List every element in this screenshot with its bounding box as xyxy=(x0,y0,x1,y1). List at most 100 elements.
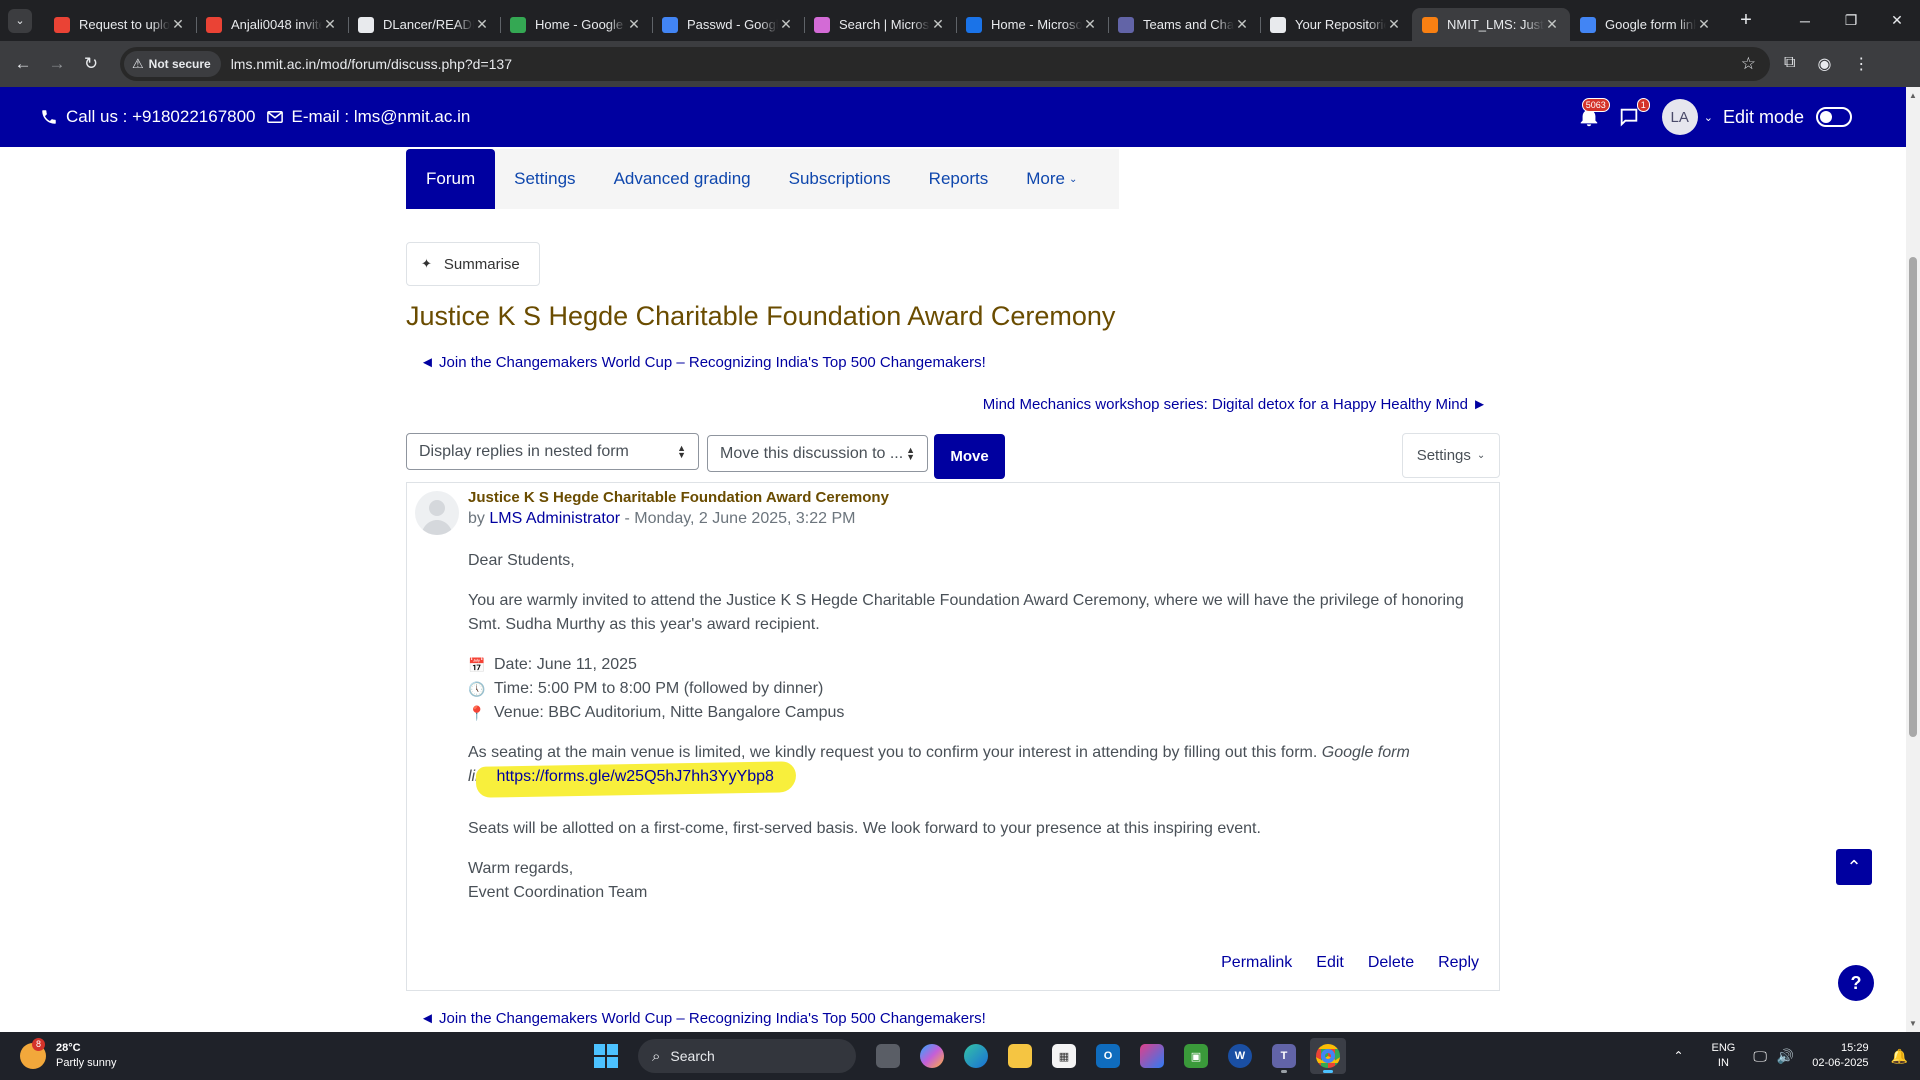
previous-discussion-link[interactable]: ◄ Join the Changemakers World Cup – Reco… xyxy=(420,354,986,371)
tab-title: NMIT_LMS: Justice xyxy=(1447,17,1544,32)
microsoft-icon xyxy=(966,16,982,33)
terminal-icon[interactable]: ▣ xyxy=(1178,1038,1214,1074)
tab-subscriptions[interactable]: Subscriptions xyxy=(770,149,910,209)
close-window-icon[interactable]: ✕ xyxy=(1874,0,1920,41)
url-text[interactable]: lms.nmit.ac.in/mod/forum/discuss.php?d=1… xyxy=(231,56,512,72)
outlook-icon[interactable]: O xyxy=(1090,1038,1126,1074)
taskbar-clock[interactable]: 15:29 02-06-2025 xyxy=(1812,1041,1868,1071)
tab-settings[interactable]: Settings xyxy=(495,149,594,209)
teams-icon[interactable]: T xyxy=(1266,1038,1302,1074)
windows-start-icon[interactable] xyxy=(588,1038,624,1074)
close-tab-icon[interactable]: ✕ xyxy=(930,16,946,33)
forward-icon[interactable]: → xyxy=(40,54,74,74)
tab-search-button[interactable]: ⌄ xyxy=(8,8,32,33)
browser-tab[interactable]: Home - Google Drive✕ xyxy=(500,8,652,41)
next-discussion-link[interactable]: Mind Mechanics workshop series: Digital … xyxy=(983,396,1487,413)
address-bar[interactable]: ⚠ Not secure lms.nmit.ac.in/mod/forum/di… xyxy=(120,47,1770,81)
volume-icon[interactable]: 🔊 xyxy=(1777,1048,1794,1065)
close-tab-icon[interactable]: ✕ xyxy=(322,16,338,33)
close-tab-icon[interactable]: ✕ xyxy=(1696,16,1712,33)
back-icon[interactable]: ← xyxy=(6,54,40,74)
close-tab-icon[interactable]: ✕ xyxy=(1234,16,1250,33)
discussion-settings-button[interactable]: Settings ⌄ xyxy=(1402,433,1500,478)
close-tab-icon[interactable]: ✕ xyxy=(1386,16,1402,33)
weather-widget[interactable]: 8 28°C Partly sunny xyxy=(20,1038,117,1071)
browser-tab[interactable]: Passwd - Google Docs✕ xyxy=(652,8,804,41)
edge-icon[interactable] xyxy=(958,1038,994,1074)
summarise-button[interactable]: ✦ Summarise xyxy=(406,242,540,286)
phone-text: Call us : +918022167800 xyxy=(66,107,256,126)
close-tab-icon[interactable]: ✕ xyxy=(474,16,490,33)
scroll-down-icon[interactable]: ▼ xyxy=(1909,1019,1917,1028)
notifications-button[interactable]: 5063 xyxy=(1578,98,1610,128)
restore-icon[interactable]: ❐ xyxy=(1828,0,1874,41)
browser-tab[interactable]: Your Repositories✕ xyxy=(1260,8,1412,41)
tab-advanced-grading[interactable]: Advanced grading xyxy=(595,149,770,209)
tray-overflow-chevron-icon[interactable]: ⌃ xyxy=(1673,1049,1683,1063)
notification-center-icon[interactable]: 🔔 xyxy=(1891,1048,1908,1065)
close-tab-icon[interactable]: ✕ xyxy=(778,16,794,33)
browser-tab[interactable]: Google form link ✕ xyxy=(1570,8,1722,41)
back-to-top-button[interactable]: ⌃ xyxy=(1836,849,1872,885)
edit-mode-toggle[interactable] xyxy=(1816,107,1852,127)
close-tab-icon[interactable]: ✕ xyxy=(170,16,186,33)
microsoft-365-icon[interactable] xyxy=(1134,1038,1170,1074)
edit-link[interactable]: Edit xyxy=(1316,954,1344,972)
help-button[interactable]: ? xyxy=(1838,965,1874,1001)
display-mode-select[interactable]: Display replies in nested form ▲ ▼ xyxy=(406,433,699,470)
page-scrollbar[interactable]: ▲ ▼ xyxy=(1906,87,1920,1032)
scroll-up-icon[interactable]: ▲ xyxy=(1909,91,1917,100)
browser-tab[interactable]: Anjali0048 invited✕ xyxy=(196,8,348,41)
reply-link[interactable]: Reply xyxy=(1438,954,1479,972)
task-view-icon[interactable] xyxy=(870,1038,906,1074)
warning-icon: ⚠ xyxy=(132,56,144,71)
extensions-icon[interactable]: ⧉ xyxy=(1784,54,1795,74)
file-explorer-icon[interactable] xyxy=(1002,1038,1038,1074)
microsoft-store-icon[interactable]: ▦ xyxy=(1046,1038,1082,1074)
reload-icon[interactable]: ↻ xyxy=(74,54,108,74)
previous-discussion-link-bottom[interactable]: ◄ Join the Changemakers World Cup – Reco… xyxy=(420,1010,986,1027)
browser-tab[interactable]: DLancer/README✕ xyxy=(348,8,500,41)
network-icon[interactable]: 🖵 xyxy=(1753,1048,1767,1065)
gmail-icon xyxy=(54,16,70,33)
browser-tab[interactable]: Home - Microsoft ✕ xyxy=(956,8,1108,41)
author-avatar[interactable] xyxy=(415,491,459,535)
weather-badge: 8 xyxy=(32,1038,46,1051)
browser-menu-icon[interactable]: ⋮ xyxy=(1853,54,1869,74)
language-indicator[interactable]: ENG IN xyxy=(1712,1041,1736,1071)
user-menu-chevron-icon[interactable]: ⌄ xyxy=(1704,111,1713,124)
security-chip[interactable]: ⚠ Not secure xyxy=(124,51,221,77)
permalink-link[interactable]: Permalink xyxy=(1221,954,1292,972)
tab-more[interactable]: More ⌄ xyxy=(1007,149,1096,209)
tab-title: Passwd - Google Docs xyxy=(687,17,778,32)
close-tab-icon[interactable]: ✕ xyxy=(1082,16,1098,33)
move-discussion-select[interactable]: Move this discussion to ... ▲ ▼ xyxy=(707,435,928,472)
messages-button[interactable]: 1 xyxy=(1618,98,1650,128)
browser-tab[interactable]: Request to upload✕ xyxy=(44,8,196,41)
browser-tab[interactable]: Search | Microsoft✕ xyxy=(804,8,956,41)
tab-title: Anjali0048 invited xyxy=(231,17,322,32)
browser-tab[interactable]: Teams and Channels✕ xyxy=(1108,8,1260,41)
delete-link[interactable]: Delete xyxy=(1368,954,1414,972)
new-tab-button[interactable]: + xyxy=(1732,9,1760,32)
author-link[interactable]: LMS Administrator xyxy=(489,510,620,527)
scrollbar-thumb[interactable] xyxy=(1909,257,1917,737)
user-avatar[interactable]: LA xyxy=(1661,99,1698,135)
tab-forum[interactable]: Forum xyxy=(406,149,496,209)
move-button[interactable]: Move xyxy=(934,434,1005,479)
webex-icon[interactable]: W xyxy=(1222,1038,1258,1074)
edit-mode-label: Edit mode xyxy=(1722,106,1804,127)
tab-title: Home - Google Drive xyxy=(535,17,626,32)
google-form-link[interactable]: https://forms.gle/w25Q5hJ7hh3YyYbp8 xyxy=(496,768,774,785)
profile-icon[interactable]: ◉ xyxy=(1817,54,1831,74)
taskbar-search[interactable]: ⌕ Search xyxy=(638,1039,856,1073)
location-pin-icon: 📍 xyxy=(468,705,486,721)
close-tab-icon[interactable]: ✕ xyxy=(626,16,642,33)
tab-reports[interactable]: Reports xyxy=(910,149,1008,209)
minimize-icon[interactable]: ─ xyxy=(1782,0,1828,41)
close-tab-icon[interactable]: ✕ xyxy=(1544,16,1560,33)
bookmark-star-icon[interactable]: ☆ xyxy=(1741,54,1756,74)
copilot-icon[interactable] xyxy=(914,1038,950,1074)
browser-tab[interactable]: NMIT_LMS: Justice✕ xyxy=(1412,8,1570,41)
chrome-icon[interactable] xyxy=(1310,1038,1346,1074)
